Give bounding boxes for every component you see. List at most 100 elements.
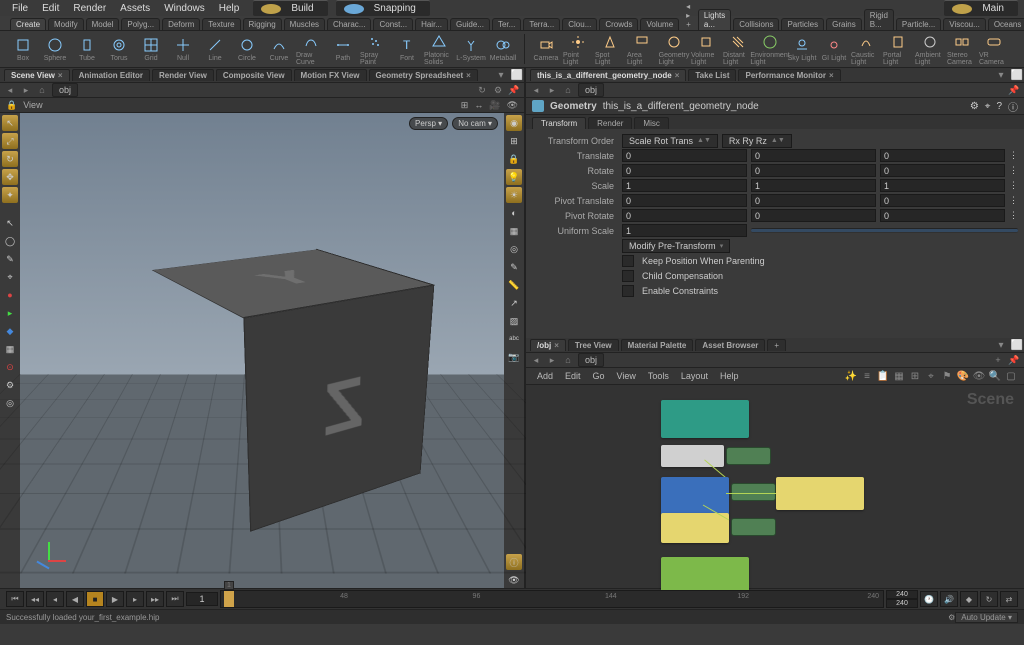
home-icon[interactable]: ⌂ — [36, 84, 48, 96]
shelf-tab[interactable]: Volume — [640, 18, 679, 30]
loop-button[interactable]: ↻ — [980, 591, 998, 607]
add-icon[interactable]: + — [992, 354, 1004, 366]
tool-point-light[interactable]: Point Light — [563, 32, 593, 66]
overview-icon[interactable]: ▢ — [1004, 369, 1018, 383]
wire-icon[interactable]: ⊞ — [506, 133, 522, 149]
grid-icon[interactable]: ▦ — [892, 369, 906, 383]
tab-misc[interactable]: Misc — [634, 117, 668, 129]
viewport-3d[interactable]: Y Z X Persp ▾ No cam ▾ — [20, 113, 504, 588]
us-field[interactable] — [622, 224, 747, 237]
arrow-icon[interactable]: ↖ — [2, 215, 18, 231]
wand-icon[interactable]: ✨ — [844, 369, 858, 383]
sticky-note[interactable] — [776, 477, 864, 510]
help-icon[interactable]: ? — [996, 101, 1002, 112]
key-button[interactable]: ◆ — [960, 591, 978, 607]
pen-icon[interactable]: ✎ — [506, 259, 522, 275]
sx-field[interactable] — [622, 179, 747, 192]
tab-transform[interactable]: Transform — [532, 117, 586, 129]
view-btn[interactable]: 👁 — [507, 100, 518, 111]
camera-menu[interactable]: No cam ▾ — [452, 117, 498, 130]
tool-font[interactable]: TFont — [392, 32, 422, 66]
home-icon[interactable]: ⌂ — [562, 84, 574, 96]
search-icon[interactable]: 🔍 — [988, 369, 1002, 383]
persp-menu[interactable]: Persp ▾ — [409, 117, 448, 130]
gear-icon[interactable]: ⚙ — [970, 101, 979, 112]
tool-draw-curve[interactable]: Draw Curve — [296, 32, 326, 66]
path-field[interactable]: obj — [52, 83, 78, 97]
auto-update-dropdown[interactable]: Auto Update ▾ — [955, 612, 1018, 623]
fwd-icon[interactable]: ▸ — [546, 84, 558, 96]
shelf-tab[interactable]: Lights a... — [698, 9, 731, 30]
tool-path[interactable]: Path — [328, 32, 358, 66]
shelf-tab[interactable]: Crowds — [599, 18, 638, 30]
tool-environment-light[interactable]: Environment Light — [755, 32, 785, 66]
tool-spray-paint[interactable]: Spray Paint — [360, 32, 390, 66]
tool-portal-light[interactable]: Portal Light — [883, 32, 913, 66]
target-icon[interactable]: ⌖ — [985, 101, 991, 112]
sy-field[interactable] — [751, 179, 876, 192]
options-icon[interactable]: ⚙ — [492, 84, 504, 96]
tool-volume-light[interactable]: Volume Light — [691, 32, 721, 66]
desktop-build[interactable]: Build — [253, 0, 327, 16]
lock-icon[interactable]: ⋮ — [1009, 180, 1018, 191]
light-icon[interactable]: 💡 — [506, 169, 522, 185]
tab-parm[interactable]: this_is_a_different_geometry_node× — [530, 69, 686, 81]
tool-circle[interactable]: Circle — [232, 32, 262, 66]
shade-icon[interactable]: ◉ — [506, 115, 522, 131]
prev-key-button[interactable]: ◂◂ — [26, 591, 44, 607]
scale-tool-icon[interactable]: ⤢ — [2, 133, 18, 149]
tool-camera[interactable]: Camera — [531, 32, 561, 66]
tab-tree-view[interactable]: Tree View — [568, 339, 619, 351]
audio-button[interactable]: 🔊 — [940, 591, 958, 607]
lock-icon[interactable]: ⋮ — [1009, 210, 1018, 221]
shelf-tab[interactable]: Const... — [373, 18, 413, 30]
shelf-tab[interactable]: Charac... — [327, 18, 371, 30]
move-tool-icon[interactable]: ✥ — [2, 169, 18, 185]
shelf-tab[interactable]: Hair... — [415, 18, 448, 30]
maximize-icon[interactable]: ⬜ — [1010, 339, 1024, 351]
tool-ambient-light[interactable]: Ambient Light — [915, 32, 945, 66]
ptx-field[interactable] — [622, 194, 747, 207]
render-icon[interactable]: 📷 — [506, 349, 522, 365]
next-key-button[interactable]: ▸▸ — [146, 591, 164, 607]
pane-menu-icon[interactable]: ▾ — [994, 339, 1008, 351]
network-node[interactable] — [731, 518, 776, 536]
maximize-icon[interactable]: ⬜ — [510, 69, 524, 81]
select-tool-icon[interactable]: ↖ — [2, 115, 18, 131]
range-end-field[interactable]: 240 — [886, 599, 918, 608]
playhead[interactable] — [224, 591, 234, 607]
lock-icon[interactable]: ⋮ — [1009, 165, 1018, 176]
lock-icon[interactable]: ⋮ — [1009, 195, 1018, 206]
shelf-tab[interactable]: Deform — [162, 18, 200, 30]
network-node[interactable] — [726, 447, 771, 465]
pty-field[interactable] — [751, 194, 876, 207]
tool-tube[interactable]: Tube — [72, 32, 102, 66]
tool-area-light[interactable]: Area Light — [627, 32, 657, 66]
shelf-tab[interactable]: Ter... — [492, 18, 521, 30]
snap-icon[interactable]: ⌖ — [924, 369, 938, 383]
shelf-tab[interactable]: Guide... — [450, 18, 490, 30]
maximize-icon[interactable]: ⬜ — [1010, 69, 1024, 81]
shelf-tab[interactable]: Texture — [202, 18, 240, 30]
shelf-tab[interactable]: Terra... — [523, 18, 560, 30]
ghost-icon[interactable]: ◐ — [506, 205, 522, 221]
menu-help[interactable]: Help — [213, 2, 246, 15]
child-comp-checkbox[interactable] — [622, 270, 634, 282]
construction-plane-icon[interactable]: ▦ — [2, 341, 18, 357]
shelf-tab[interactable]: Particle... — [896, 18, 941, 30]
desktop-snapping[interactable]: Snapping — [336, 0, 430, 16]
stop-button[interactable]: ■ — [86, 591, 104, 607]
tab-composite-view[interactable]: Composite View — [216, 69, 292, 81]
realtime-button[interactable]: 🕐 — [920, 591, 938, 607]
rx-field[interactable] — [622, 164, 747, 177]
play-button[interactable]: ▶ — [106, 591, 124, 607]
time-ruler[interactable]: 1 48 96 144 192 240 — [220, 590, 884, 608]
cube-object[interactable]: Y Z X — [190, 273, 410, 493]
tool-vr-camera[interactable]: VR Camera — [979, 32, 1009, 66]
eye-icon[interactable]: 👁 — [506, 572, 522, 588]
bg-icon[interactable]: ▨ — [506, 313, 522, 329]
tool-l-system[interactable]: L-System — [456, 32, 486, 66]
net-menu-view[interactable]: View — [612, 370, 641, 382]
cook-icon[interactable]: ⚙ — [948, 613, 955, 622]
materials-icon[interactable]: ▦ — [506, 223, 522, 239]
